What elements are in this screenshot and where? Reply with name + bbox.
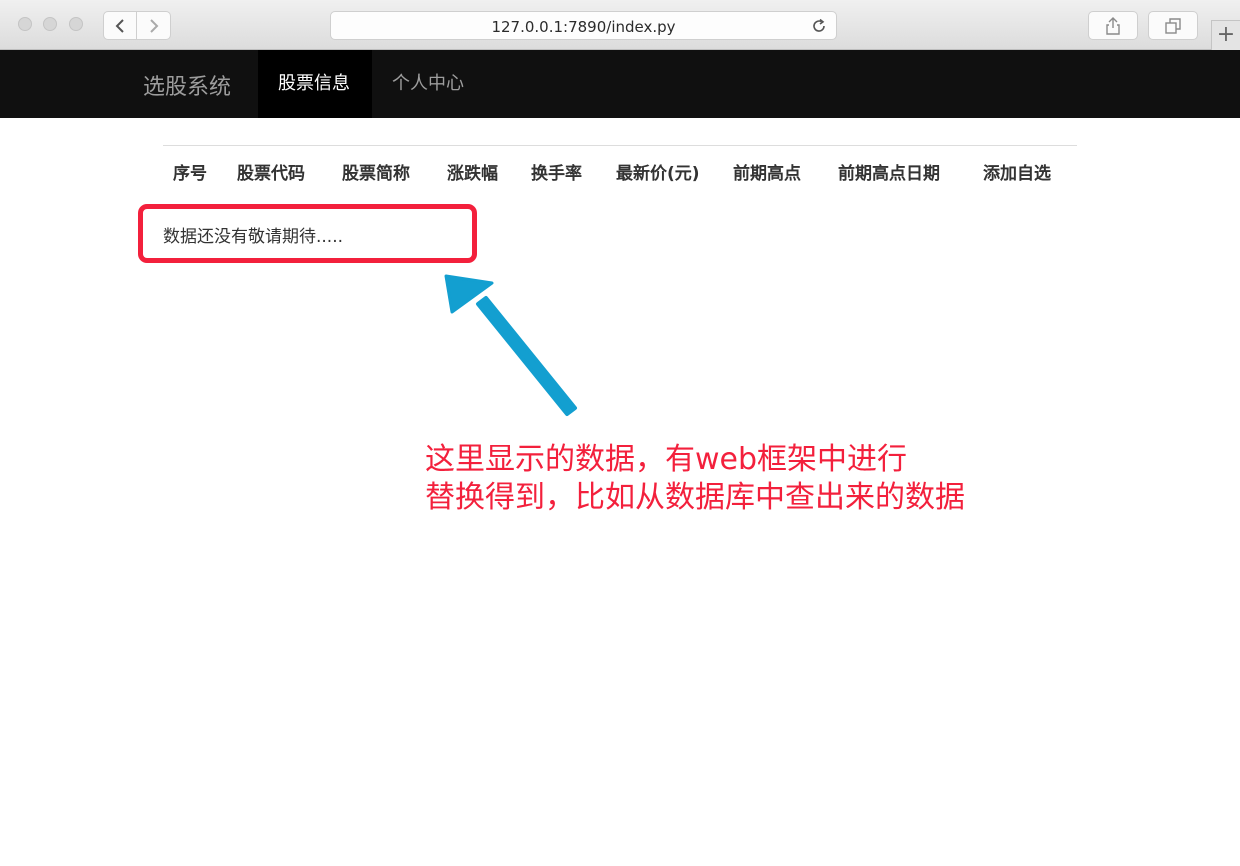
column-header-change: 涨跌幅 — [447, 159, 498, 184]
show-tabs-button[interactable] — [1148, 11, 1198, 40]
forward-button[interactable] — [137, 11, 171, 40]
column-header-name: 股票简称 — [342, 159, 410, 184]
chevron-right-icon — [147, 18, 161, 34]
tabs-overview-icon — [1164, 17, 1182, 35]
annotation-note: 这里显示的数据，有web框架中进行 替换得到，比如从数据库中查出来的数据 — [425, 441, 965, 517]
share-icon — [1104, 16, 1122, 36]
highlight-box — [138, 204, 477, 263]
column-header-previous-high-date: 前期高点日期 — [838, 159, 940, 184]
share-button[interactable] — [1088, 11, 1138, 40]
new-tab-button[interactable]: + — [1211, 20, 1240, 50]
nav-item-stock-info[interactable]: 股票信息 — [258, 50, 372, 118]
address-bar[interactable]: 127.0.0.1:7890/index.py — [330, 11, 837, 40]
column-header-add-watchlist: 添加自选 — [983, 159, 1051, 184]
chevron-left-icon — [113, 18, 127, 34]
minimize-window-button[interactable] — [43, 17, 57, 31]
browser-toolbar: 127.0.0.1:7890/index.py + — [0, 0, 1240, 50]
brand-logo[interactable]: 选股系统 — [143, 69, 231, 101]
column-header-index: 序号 — [173, 159, 207, 184]
column-header-code: 股票代码 — [237, 159, 305, 184]
column-header-previous-high: 前期高点 — [733, 159, 801, 184]
nav-item-personal-center[interactable]: 个人中心 — [372, 50, 486, 118]
back-button[interactable] — [103, 11, 137, 40]
site-navbar: 选股系统 股票信息 个人中心 — [0, 50, 1240, 118]
stock-table: 序号 股票代码 股票简称 涨跌幅 换手率 最新价(元) 前期高点 前期高点日期 … — [163, 145, 1077, 195]
annotation-arrow — [0, 0, 1240, 866]
column-header-latest-price: 最新价(元) — [616, 159, 700, 184]
close-window-button[interactable] — [18, 17, 32, 31]
annotation-line-2: 替换得到，比如从数据库中查出来的数据 — [425, 479, 965, 517]
url-text: 127.0.0.1:7890/index.py — [331, 18, 836, 36]
table-header-row: 序号 股票代码 股票简称 涨跌幅 换手率 最新价(元) 前期高点 前期高点日期 … — [163, 145, 1077, 195]
zoom-window-button[interactable] — [69, 17, 83, 31]
column-header-turnover: 换手率 — [531, 159, 582, 184]
reload-icon[interactable] — [810, 17, 828, 35]
annotation-line-1: 这里显示的数据，有web框架中进行 — [425, 441, 965, 479]
